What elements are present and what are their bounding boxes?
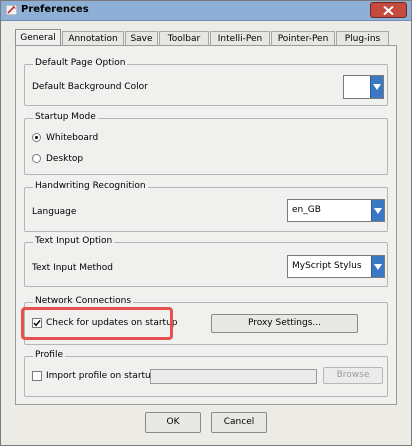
import-profile-label[interactable]: Import profile on startup [46,371,156,381]
default-page-group-title: Default Page Option [33,58,128,68]
language-value: en_GB [292,205,321,215]
text-input-group: Text Input Option Text Input Method MySc… [24,236,388,287]
text-input-method-select[interactable]: MyScript Stylus [287,255,385,278]
radio-selected-dot [35,136,38,139]
text-input-group-title: Text Input Option [33,236,115,246]
profile-group: Profile Import profile on startup Browse [24,350,388,397]
tab-toolbar[interactable]: Toolbar [159,31,209,46]
desktop-radio[interactable] [32,154,41,163]
tab-intelli-pen[interactable]: Intelli-Pen [210,31,270,46]
handwriting-group: Handwriting Recognition Language en_GB [24,181,388,232]
highlight-box [21,307,173,340]
language-label: Language [32,207,77,217]
browse-button[interactable]: Browse [323,367,383,384]
window-title: Preferences [21,4,89,15]
whiteboard-radio-label[interactable]: Whiteboard [46,133,98,143]
preferences-window: Preferences General Annotation Save Tool… [0,0,412,446]
cancel-button[interactable]: Cancel [211,412,267,433]
close-icon [383,6,394,15]
handwriting-group-title: Handwriting Recognition [33,181,148,191]
desktop-radio-label[interactable]: Desktop [46,154,83,164]
profile-group-title: Profile [33,350,65,360]
network-group-title: Network Connections [33,296,134,306]
tab-general[interactable]: General [15,29,61,46]
default-page-group: Default Page Option Default Background C… [24,58,388,106]
preferences-app-icon [6,5,17,15]
bg-color-picker[interactable] [343,75,384,99]
tab-annotation[interactable]: Annotation [62,31,124,46]
startup-mode-group: Startup Mode Whiteboard Desktop [24,112,388,175]
whiteboard-radio[interactable] [32,133,41,142]
language-select[interactable]: en_GB [287,199,385,222]
ok-button[interactable]: OK [145,412,201,433]
import-profile-checkbox[interactable] [32,371,42,381]
language-dropdown-button[interactable] [371,200,384,221]
chevron-down-icon [374,207,382,214]
text-input-method-label: Text Input Method [32,263,113,273]
bg-color-dropdown-button[interactable] [370,76,383,98]
close-button[interactable] [370,2,407,18]
title-bar[interactable]: Preferences [1,1,411,21]
proxy-settings-button[interactable]: Proxy Settings... [211,314,358,333]
tab-save[interactable]: Save [125,31,158,46]
bg-color-label: Default Background Color [32,82,148,92]
chevron-down-icon [374,263,382,270]
startup-mode-group-title: Startup Mode [33,112,98,122]
text-input-method-value: MyScript Stylus [292,261,362,271]
chevron-down-icon [373,84,381,90]
tab-pointer-pen[interactable]: Pointer-Pen [271,31,335,46]
general-tab-page: Default Page Option Default Background C… [15,45,397,405]
profile-path-input[interactable] [150,369,317,384]
text-input-method-dropdown-button[interactable] [371,256,384,277]
tab-plug-ins[interactable]: Plug-ins [336,31,389,46]
